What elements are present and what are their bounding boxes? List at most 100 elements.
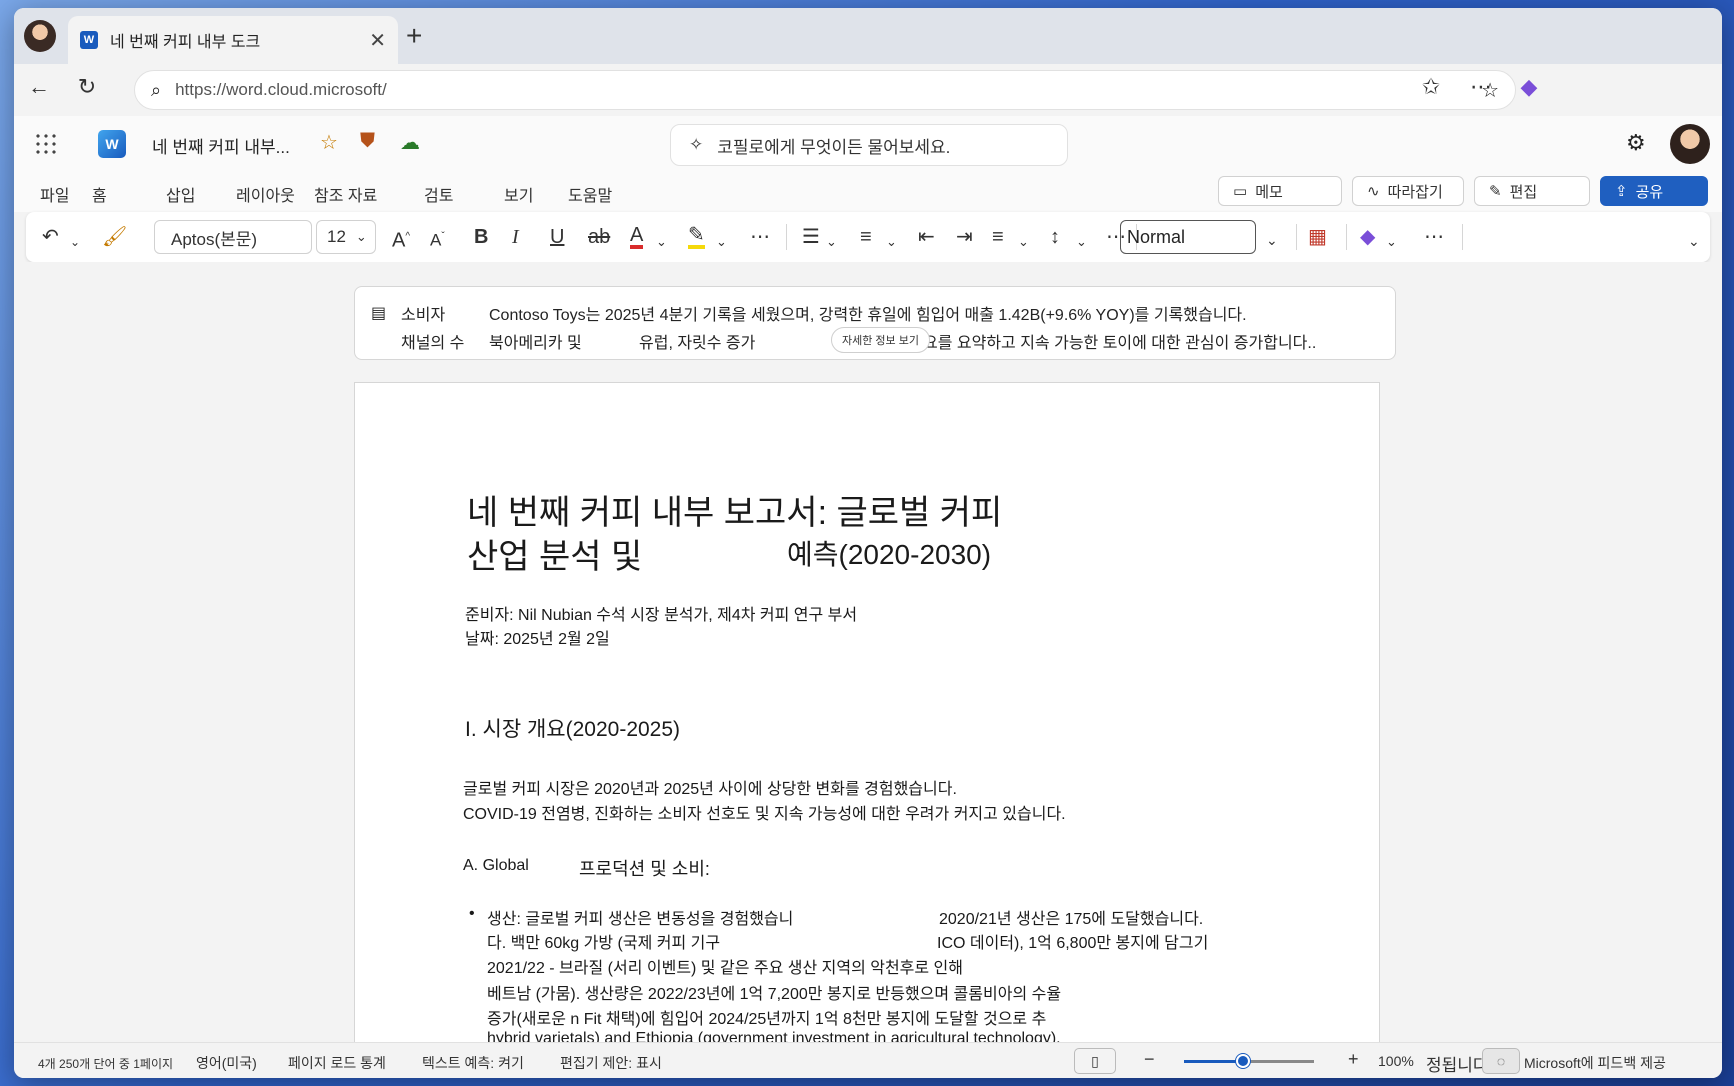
see-details-button[interactable]: 자세한 정보 보기 <box>831 327 930 353</box>
star-icon[interactable]: ☆ <box>320 130 338 155</box>
tab-review[interactable]: 검토 <box>424 182 453 206</box>
word-count[interactable]: 4개 250개 단어 중 1페이지 <box>38 1055 173 1072</box>
favorites-icon[interactable]: ✩ <box>1416 74 1446 100</box>
align-chevron-icon[interactable]: ⌄ <box>1018 230 1029 254</box>
strikethrough-icon[interactable]: ab <box>588 225 610 249</box>
zoom-out-icon[interactable]: − <box>1144 1049 1155 1070</box>
zoom-slider-handle[interactable] <box>1235 1054 1250 1068</box>
url-text: https://word.cloud.microsoft/ <box>175 80 387 99</box>
increase-indent-icon[interactable]: ⇥ <box>956 225 973 249</box>
text-prediction-status[interactable]: 텍스트 예측: 켜기 <box>422 1053 524 1073</box>
copilot-summary-card: ▤ 소비자 Contoso Toys는 2025년 4분기 기록을 세웠으며, … <box>354 286 1396 360</box>
highlight-icon[interactable]: ✎ <box>688 225 705 249</box>
line-spacing-icon[interactable]: ↕ <box>1050 225 1060 249</box>
bold-icon[interactable]: B <box>474 225 488 249</box>
tab-view[interactable]: 보기 <box>504 182 533 206</box>
saved-cloud-icon[interactable]: ☁ <box>400 130 420 155</box>
back-arrow-icon[interactable]: ← <box>24 74 54 100</box>
tab-references[interactable]: 참조 자료 <box>314 182 377 206</box>
copilot-toolbar-icon[interactable]: ◆ <box>1360 225 1375 249</box>
format-painter-icon[interactable]: 🖌 <box>102 225 127 249</box>
close-tab-icon[interactable]: ✕ <box>369 28 386 53</box>
doc-title-line2a: 산업 분석 및 <box>467 538 643 576</box>
tab-strip: W 네 번째 커피 내부 도크 ✕ + <box>14 8 1722 64</box>
formatting-toolbar: ↶ ⌄ 🖌 Aptos(본문) 12 ⌄ A^ Aˇ B I U ab A ⌄ … <box>26 212 1710 262</box>
doc-date: 날짜: 2025년 2월 2일 <box>465 631 610 648</box>
toolbar-divider <box>1462 224 1463 250</box>
copilot-search-box[interactable]: ✧ 코필로에게 무엇이든 물어보세요. <box>670 124 1068 166</box>
copilot-chevron-icon[interactable]: ⌄ <box>1386 230 1397 254</box>
refresh-icon[interactable]: ↻ <box>72 74 102 100</box>
comments-button[interactable]: ▭ 메모 <box>1218 176 1342 206</box>
focus-mode-icon[interactable]: ◌ <box>1482 1048 1520 1074</box>
font-size-box[interactable]: 12 ⌄ <box>316 220 376 254</box>
page-load-stats[interactable]: 페이지 로드 통계 <box>288 1053 386 1073</box>
numbering-icon[interactable]: ≡ <box>860 225 872 249</box>
tab-layout[interactable]: 레이아웃 <box>236 182 295 206</box>
editor-suggestions-status[interactable]: 편집기 제안: 표시 <box>560 1053 662 1073</box>
settings-gear-icon[interactable]: ⚙ <box>1626 130 1646 156</box>
more-font-options-icon[interactable]: ⋯ <box>750 225 770 249</box>
document-name[interactable]: 네 번째 커피 내부... <box>152 133 290 158</box>
app-launcher-icon[interactable] <box>34 132 58 156</box>
toolbar-divider <box>1346 224 1347 250</box>
document-canvas[interactable]: ▤ 소비자 Contoso Toys는 2025년 4분기 기록을 세웠으며, … <box>14 262 1722 1048</box>
section-paragraph-line1: 글로벌 커피 시장은 2020년과 2025년 사이에 상당한 변화를 경험했습… <box>463 781 957 798</box>
tab-help[interactable]: 도움말 <box>568 182 612 206</box>
page-view-icon[interactable]: ▯ <box>1074 1048 1116 1074</box>
zoom-slider-fill <box>1184 1060 1243 1063</box>
undo-dropdown-chevron-icon[interactable]: ⌄ <box>70 230 80 254</box>
summary-label-1: 소비자 <box>401 307 446 324</box>
bullets-icon[interactable]: ☰ <box>802 225 820 249</box>
style-chevron-icon[interactable]: ⌄ <box>1266 228 1278 252</box>
bullets-chevron-icon[interactable]: ⌄ <box>826 230 837 254</box>
tab-file[interactable]: 파일 <box>40 182 69 206</box>
line-spacing-chevron-icon[interactable]: ⌄ <box>1076 230 1087 254</box>
summary-text-2c: 요를 요약하고 지속 가능한 토이에 대한 관심이 증가합니다.. <box>923 335 1317 352</box>
decrease-indent-icon[interactable]: ⇤ <box>918 225 935 249</box>
expand-ribbon-chevron-icon[interactable]: ⌄ <box>1688 229 1700 253</box>
catchup-button[interactable]: ∿ 따라잡기 <box>1352 176 1464 206</box>
profile-avatar[interactable] <box>24 20 56 52</box>
summary-text-1: Contoso Toys는 2025년 4분기 기록을 세웠으며, 강력한 휴일… <box>489 307 1247 324</box>
account-avatar[interactable] <box>1670 124 1710 164</box>
align-left-icon[interactable]: ≡ <box>992 225 1004 249</box>
document-page[interactable]: 네 번째 커피 내부 보고서: 글로벌 커피 산업 분석 및 예측(2020-2… <box>354 382 1380 1048</box>
sensitivity-shield-icon[interactable]: ⛊ <box>360 130 375 153</box>
more-menu-icon[interactable]: ⋯ <box>1466 74 1496 100</box>
grow-font-icon[interactable]: A^ <box>392 225 410 253</box>
copilot-icon[interactable]: ◆ <box>1514 74 1544 100</box>
numbering-chevron-icon[interactable]: ⌄ <box>886 230 897 254</box>
underline-icon[interactable]: U <box>550 225 564 249</box>
language-indicator[interactable]: 영어(미국) <box>196 1053 257 1073</box>
font-color-icon[interactable]: A <box>630 225 644 249</box>
word-logo-icon[interactable]: W <box>98 130 126 158</box>
shrink-font-icon[interactable]: Aˇ <box>430 225 445 253</box>
feedback-link[interactable]: Microsoft에 피드백 제공 <box>1524 1053 1666 1073</box>
italic-icon[interactable]: I <box>512 225 519 249</box>
new-tab-icon[interactable]: + <box>406 22 422 50</box>
undo-icon[interactable]: ↶ <box>42 225 59 249</box>
pulse-icon: ∿ <box>1367 183 1380 200</box>
font-color-chevron-icon[interactable]: ⌄ <box>656 230 667 254</box>
zoom-in-icon[interactable]: + <box>1348 1049 1359 1070</box>
address-bar[interactable]: ⌕ https://word.cloud.microsoft/ ☆ <box>134 70 1516 110</box>
highlight-chevron-icon[interactable]: ⌄ <box>716 230 727 254</box>
styles-gallery-icon[interactable]: ▦ <box>1308 225 1327 249</box>
copilot-sparkle-search-icon: ✧ <box>689 135 704 154</box>
share-button[interactable]: ⇪ 공유 <box>1600 176 1708 206</box>
catchup-label: 따라잡기 <box>1387 183 1443 201</box>
tab-insert[interactable]: 삽입 <box>166 182 195 206</box>
edit-mode-button[interactable]: ✎ 편집 <box>1474 176 1590 206</box>
zoom-slider[interactable] <box>1184 1054 1314 1068</box>
tab-home[interactable]: 홈 <box>82 182 136 215</box>
more-toolbar-options-icon[interactable]: ⋯ <box>1424 225 1444 249</box>
ribbon-tabs: 파일 홈 삽입 레이아웃 참조 자료 검토 보기 도움말 ▭ 메모 ∿ 따라잡기… <box>14 172 1722 215</box>
font-name-box[interactable]: Aptos(본문) <box>154 220 312 254</box>
zoom-level[interactable]: 100% <box>1378 1053 1414 1069</box>
font-size-value: 12 <box>327 227 346 246</box>
share-icon: ⇪ <box>1615 183 1628 200</box>
style-selector[interactable]: Normal <box>1120 220 1256 254</box>
summary-icon: ▤ <box>371 305 387 322</box>
browser-tab[interactable]: W 네 번째 커피 내부 도크 ✕ <box>68 16 398 64</box>
